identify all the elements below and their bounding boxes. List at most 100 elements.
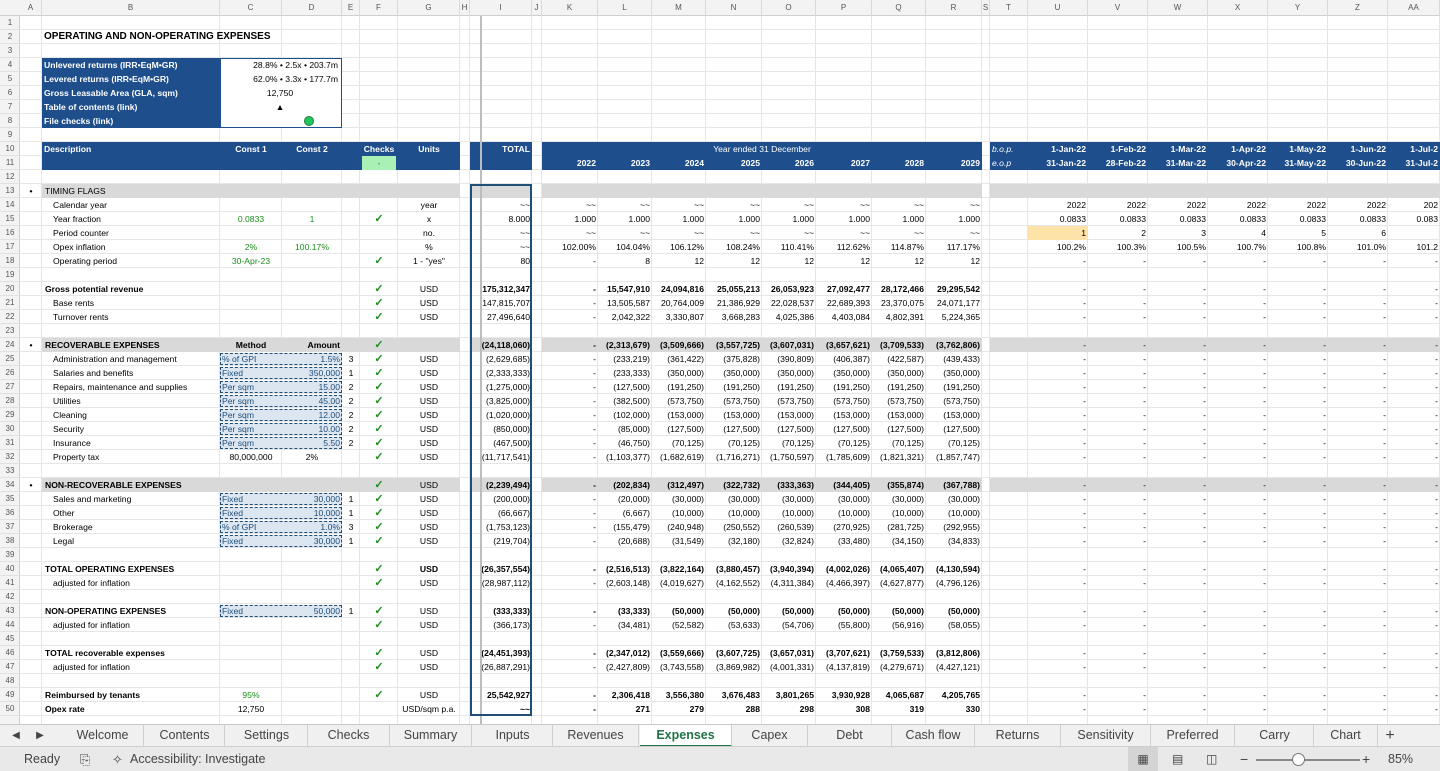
month-value[interactable]: - xyxy=(1028,562,1088,576)
year-value[interactable]: (270,925) xyxy=(816,520,872,534)
page-title[interactable]: OPERATING AND NON-OPERATING EXPENSES xyxy=(42,30,322,44)
row-header-16[interactable]: 16 xyxy=(0,226,20,240)
year-value[interactable]: - xyxy=(542,380,598,394)
row-header-42[interactable]: 42 xyxy=(0,590,20,604)
month-value[interactable] xyxy=(1388,226,1440,240)
year-value[interactable]: ~~ xyxy=(706,226,762,240)
row-header-12[interactable]: 12 xyxy=(0,170,20,184)
year-value[interactable]: (70,125) xyxy=(816,436,872,450)
row-label[interactable]: Sales and marketing xyxy=(42,492,220,506)
units-value[interactable]: USD/sqm p.a. xyxy=(398,702,460,716)
month-value[interactable]: - xyxy=(1148,338,1208,352)
month-value[interactable]: - xyxy=(1268,688,1328,702)
month-value[interactable]: - xyxy=(1088,408,1148,422)
month-value[interactable]: 0.0833 xyxy=(1208,212,1268,226)
column-header-f[interactable]: F xyxy=(360,0,398,16)
units-value[interactable]: USD xyxy=(398,380,460,394)
year-value[interactable]: (3,759,533) xyxy=(872,646,926,660)
const1-value[interactable]: Per sqm xyxy=(220,380,282,394)
const1-value[interactable]: Method xyxy=(220,338,282,352)
column-header-b[interactable]: B xyxy=(42,0,220,16)
year-value[interactable]: (191,250) xyxy=(926,380,982,394)
year-value[interactable]: (3,743,558) xyxy=(652,660,706,674)
month-value[interactable]: 2022 xyxy=(1148,198,1208,212)
year-value[interactable]: (4,796,126) xyxy=(926,576,982,590)
month-value[interactable]: - xyxy=(1328,520,1388,534)
month-value[interactable]: 4 xyxy=(1208,226,1268,240)
column-header-h[interactable]: H xyxy=(460,0,470,16)
month-value[interactable]: - xyxy=(1328,436,1388,450)
month-value[interactable]: 2022 xyxy=(1328,198,1388,212)
check-icon[interactable]: ✓ xyxy=(360,338,398,352)
year-value[interactable]: 319 xyxy=(872,702,926,716)
month-value[interactable]: - xyxy=(1028,394,1088,408)
year-value[interactable]: (1,821,321) xyxy=(872,450,926,464)
month-value[interactable]: - xyxy=(1388,352,1440,366)
units-value[interactable]: USD xyxy=(398,366,460,380)
page-break-icon[interactable]: ◫ xyxy=(1206,747,1217,771)
const2-value[interactable]: 5.50 xyxy=(282,436,342,450)
year-value[interactable]: (6,667) xyxy=(598,506,652,520)
year-value[interactable]: 3,930,928 xyxy=(816,688,872,702)
year-value[interactable]: (30,000) xyxy=(926,492,982,506)
year-value[interactable]: - xyxy=(542,282,598,296)
month-value[interactable]: - xyxy=(1088,688,1148,702)
const2-value[interactable]: 350,000 xyxy=(282,366,342,380)
month-value[interactable]: - xyxy=(1268,366,1328,380)
row-label[interactable]: Property tax xyxy=(42,450,220,464)
method-code[interactable]: 1 xyxy=(342,506,360,520)
month-value[interactable]: - xyxy=(1028,520,1088,534)
month-value[interactable]: - xyxy=(1028,478,1088,492)
sheet-tab-returns[interactable]: Returns xyxy=(975,725,1061,747)
month-value[interactable]: - xyxy=(1328,660,1388,674)
units-value[interactable]: USD xyxy=(398,394,460,408)
month-value[interactable]: - xyxy=(1268,338,1328,352)
row-label[interactable]: Operating period xyxy=(42,254,220,268)
year-value[interactable]: (3,812,806) xyxy=(926,646,982,660)
year-value[interactable]: (350,000) xyxy=(762,366,816,380)
const2-value[interactable]: 2% xyxy=(282,450,342,464)
month-value[interactable]: 5 xyxy=(1268,226,1328,240)
month-value[interactable]: - xyxy=(1208,492,1268,506)
sheet-tab-chart[interactable]: Chart xyxy=(1314,725,1378,747)
year-value[interactable]: ~~ xyxy=(816,198,872,212)
row-header-3[interactable]: 3 xyxy=(0,44,20,58)
month-value[interactable]: - xyxy=(1208,534,1268,548)
year-value[interactable]: (191,250) xyxy=(762,380,816,394)
month-value[interactable]: - xyxy=(1268,408,1328,422)
month-value[interactable]: - xyxy=(1388,254,1440,268)
year-value[interactable]: (56,916) xyxy=(872,618,926,632)
bullet-icon[interactable]: • xyxy=(20,338,42,352)
year-header[interactable]: 2026 xyxy=(762,156,816,170)
year-value[interactable]: 271 xyxy=(598,702,652,716)
sheet-tab-settings[interactable]: Settings xyxy=(226,725,308,747)
row-header-14[interactable]: 14 xyxy=(0,198,20,212)
month-value[interactable]: - xyxy=(1328,492,1388,506)
month-eop-header[interactable]: 31-May-22 xyxy=(1268,156,1328,170)
month-value[interactable]: - xyxy=(1208,688,1268,702)
year-value[interactable]: 2,306,418 xyxy=(598,688,652,702)
check-icon[interactable]: ✓ xyxy=(360,352,398,366)
year-value[interactable]: ~~ xyxy=(706,198,762,212)
month-value[interactable]: - xyxy=(1208,702,1268,716)
month-value[interactable]: 0.083 xyxy=(1388,212,1440,226)
units-value[interactable]: USD xyxy=(398,534,460,548)
units-value[interactable]: USD xyxy=(398,408,460,422)
month-value[interactable]: - xyxy=(1088,450,1148,464)
month-value[interactable]: - xyxy=(1088,366,1148,380)
year-value[interactable]: (50,000) xyxy=(762,604,816,618)
year-value[interactable]: (127,500) xyxy=(652,422,706,436)
year-value[interactable]: - xyxy=(542,646,598,660)
const2-value[interactable]: 30,000 xyxy=(282,492,342,506)
month-value[interactable]: - xyxy=(1148,702,1208,716)
check-icon[interactable]: ✓ xyxy=(360,296,398,310)
row-label[interactable]: Insurance xyxy=(42,436,220,450)
units-value[interactable]: x xyxy=(398,212,460,226)
check-icon[interactable]: ✓ xyxy=(360,492,398,506)
year-value[interactable]: (50,000) xyxy=(926,604,982,618)
units-value[interactable]: year xyxy=(398,198,460,212)
year-value[interactable]: (3,607,725) xyxy=(706,646,762,660)
month-value[interactable]: - xyxy=(1028,380,1088,394)
year-value[interactable]: (127,500) xyxy=(762,422,816,436)
year-value[interactable]: (3,709,533) xyxy=(872,338,926,352)
